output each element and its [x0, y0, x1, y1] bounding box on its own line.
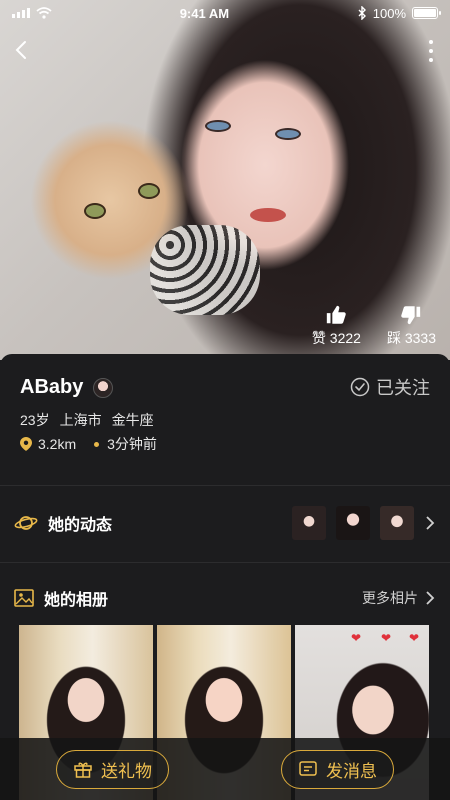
signal-icon [12, 8, 30, 18]
send-gift-button[interactable]: 送礼物 [56, 749, 169, 789]
chevron-right-icon [426, 591, 435, 605]
wifi-icon [36, 7, 52, 19]
divider [0, 562, 450, 563]
follow-label: 已关注 [376, 378, 430, 398]
back-button[interactable] [10, 38, 34, 62]
heart-icon: ❤ [409, 631, 420, 645]
avatar [93, 377, 114, 398]
moment-thumbnail[interactable] [336, 506, 370, 540]
chevron-right-icon[interactable] [424, 514, 436, 532]
moment-thumbnail[interactable] [292, 506, 326, 540]
send-gift-label: 送礼物 [101, 761, 152, 781]
send-message-button[interactable]: 发消息 [281, 749, 394, 789]
action-bar: 送礼物 发消息 [0, 738, 450, 800]
eye-right [275, 128, 301, 140]
album-title: 她的相册 [44, 592, 109, 609]
heart-icon: ❤ [381, 631, 392, 645]
profile-name: ABaby [20, 376, 84, 398]
planet-icon [14, 516, 38, 530]
dislike-button[interactable]: 踩 3333 [387, 304, 436, 348]
album-section: 她的相册 更多相片 [14, 586, 436, 610]
send-message-label: 发消息 [326, 761, 377, 781]
moments-section[interactable]: 她的动态 [14, 506, 436, 540]
heart-icon: ❤ [351, 631, 362, 645]
distance-value: 3.2km [38, 436, 77, 452]
profile-age: 23岁 [20, 412, 50, 428]
separator-dot [94, 441, 100, 447]
check-circle-icon [350, 377, 370, 397]
more-options-button[interactable] [426, 40, 436, 62]
moment-thumbnail[interactable] [380, 506, 414, 540]
more-photos-label: 更多相片 [362, 590, 418, 606]
profile-zodiac: 金牛座 [111, 412, 154, 428]
gift-icon [74, 762, 92, 778]
status-time: 9:41 AM [179, 5, 230, 21]
lips [250, 208, 286, 222]
battery-icon [412, 7, 441, 19]
cat-eye-right [138, 183, 160, 199]
thumbs-down-icon [401, 306, 421, 325]
cat-eye-left [84, 203, 106, 219]
leopard-scarf [150, 225, 260, 315]
battery-percent: 100% [372, 5, 406, 21]
moments-title: 她的动态 [48, 517, 113, 534]
last-active: 3分钟前 [107, 436, 157, 452]
eye-left [205, 120, 231, 132]
location-row: 3.2km 3分钟前 [20, 434, 157, 454]
location-pin-icon [20, 437, 32, 451]
like-button[interactable]: 赞 3222 [312, 304, 361, 348]
more-photos-link[interactable]: 更多相片 [362, 588, 436, 608]
thumbs-up-icon [327, 305, 347, 324]
divider [0, 485, 450, 486]
photo-icon [14, 589, 34, 607]
dislike-count: 踩 3333 [386, 330, 436, 346]
message-icon [299, 761, 317, 776]
bluetooth-icon [358, 6, 366, 20]
vote-group: 赞 3222 踩 3333 [312, 304, 436, 348]
profile-meta: 23岁 上海市 金牛座 [20, 410, 154, 430]
status-bar: 9:41 AM 100% [0, 0, 450, 26]
like-count: 赞 3222 [311, 330, 361, 346]
follow-button[interactable]: 已关注 [350, 374, 430, 400]
profile-panel: ABaby 已关注 23岁 上海市 金牛座 3.2km 3分钟前 她的动态 她的… [0, 354, 450, 800]
profile-city: 上海市 [59, 412, 102, 428]
